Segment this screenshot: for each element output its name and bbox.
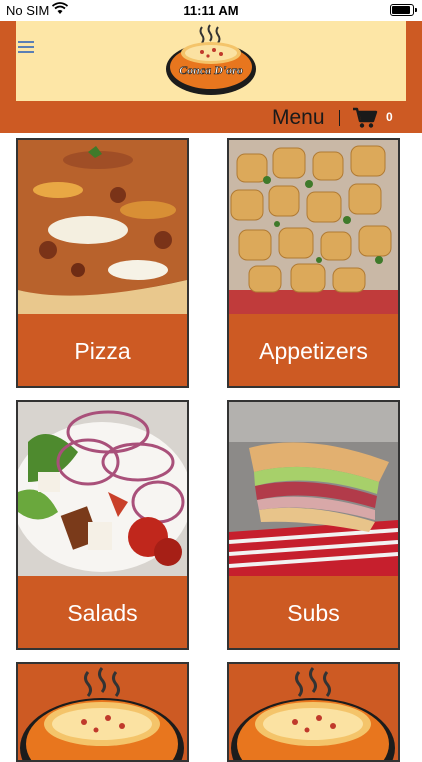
category-tile-appetizers[interactable]: Appetizers (227, 138, 400, 388)
logo-text: Conca D'oro (179, 63, 243, 77)
category-label: Appetizers (259, 338, 368, 364)
salads-photo (18, 402, 187, 576)
status-bar: No SIM 11:11 AM (0, 0, 422, 21)
category-tile-salads[interactable]: Salads (16, 400, 189, 650)
category-label: Subs (287, 600, 340, 626)
subs-photo (229, 402, 398, 576)
category-label: Pizza (74, 338, 131, 364)
divider (339, 110, 340, 126)
battery-icon (390, 4, 417, 16)
hamburger-menu-icon[interactable] (18, 41, 34, 53)
appetizers-photo (229, 140, 398, 314)
category-tile[interactable] (227, 662, 400, 762)
menu-bar: Menu 0 (0, 101, 422, 133)
logo-placeholder-image (229, 664, 398, 760)
logo-banner: Conca D'oro (16, 21, 406, 101)
conca-doro-logo[interactable]: Conca D'oro (164, 23, 258, 97)
category-tile[interactable] (16, 662, 189, 762)
app-header: Conca D'oro Menu 0 (0, 21, 422, 133)
pizza-photo (18, 140, 187, 314)
cart-count-badge[interactable]: 0 (386, 110, 393, 124)
clock: 11:11 AM (183, 3, 239, 18)
shopping-cart-icon[interactable] (352, 107, 378, 129)
category-tile-pizza[interactable]: Pizza (16, 138, 189, 388)
category-tile-subs[interactable]: Subs (227, 400, 400, 650)
menu-title: Menu (272, 106, 325, 129)
logo-placeholder-image (18, 664, 187, 760)
category-label: Salads (67, 600, 138, 626)
